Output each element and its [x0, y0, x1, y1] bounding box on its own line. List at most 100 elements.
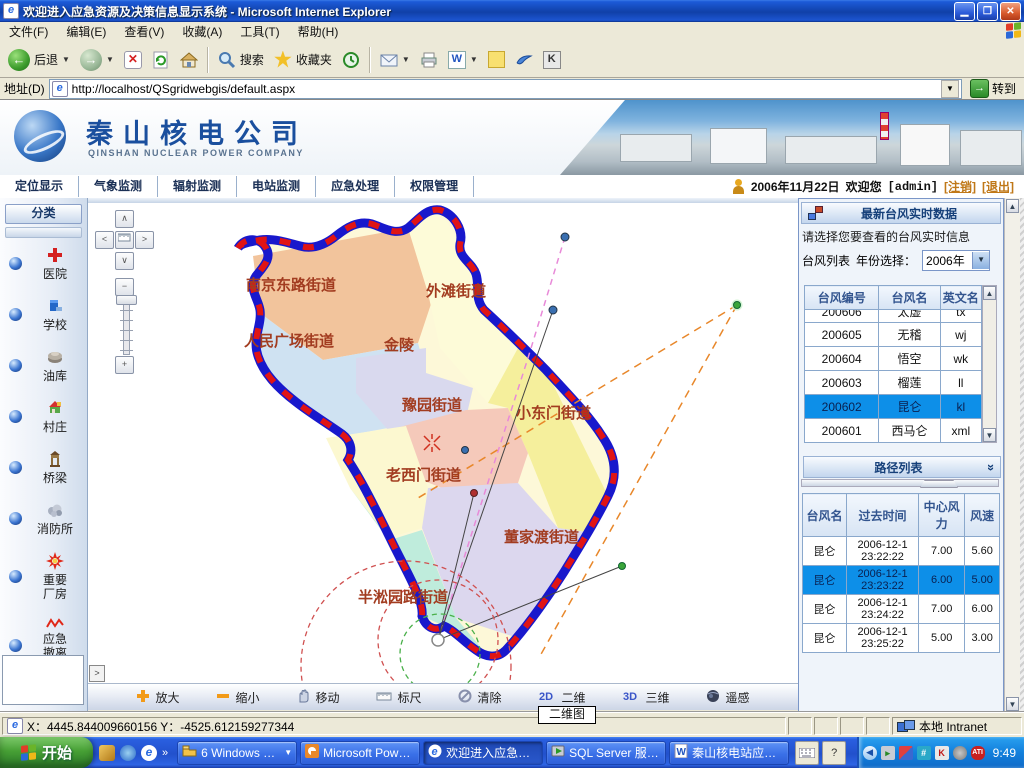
minimize-button[interactable]: ▁ [954, 2, 975, 21]
table-row[interactable]: 昆仑2006-12-123:23:226.005.00 [803, 566, 1000, 595]
menu-item-3[interactable]: 收藏(A) [173, 22, 231, 42]
history-button[interactable] [338, 49, 364, 71]
map-tool-遥感[interactable]: 遥感 [706, 689, 749, 706]
menu-item-0[interactable]: 文件(F) [0, 22, 57, 42]
table-row[interactable]: 昆仑2006-12-123:25:225.003.00 [803, 624, 1000, 653]
panel-header[interactable]: 最新台风实时数据 [801, 202, 1001, 224]
forward-button[interactable]: → ▼ [76, 47, 118, 73]
sphere-bullet-icon[interactable] [9, 410, 22, 423]
antivirus-button[interactable]: K [539, 49, 565, 71]
go-button[interactable]: → 转到 [966, 79, 1020, 98]
back-button[interactable]: ← 后退 ▼ [4, 47, 74, 73]
notes-button[interactable] [484, 49, 509, 70]
close-button[interactable]: ✕ [1000, 2, 1021, 21]
zoom-slider-track[interactable] [123, 301, 130, 355]
menu-item-5[interactable]: 帮助(H) [289, 22, 348, 42]
quick-launch-icon-2[interactable] [120, 745, 136, 761]
table-row[interactable]: 昆仑2006-12-123:24:227.006.00 [803, 595, 1000, 624]
quick-launch-icon-1[interactable] [99, 745, 115, 761]
sidebar-item-医院[interactable]: 医院 [0, 238, 87, 289]
refresh-button[interactable] [148, 49, 174, 71]
nav-tab-5[interactable]: 权限管理 [395, 176, 474, 197]
zoom-in-step-button[interactable]: + [115, 356, 134, 374]
start-button[interactable]: 开始 [0, 737, 93, 768]
district-map[interactable]: 南京东路街道外滩街道人民广场街道金陵豫园街道小东门街道老西门街道董家渡街道半淞园… [88, 198, 798, 683]
sphere-bullet-icon[interactable] [9, 359, 22, 372]
typhoon-table-scrollbar[interactable]: ▲ ▼ [982, 285, 997, 443]
address-dropdown-button[interactable]: ▼ [941, 80, 959, 98]
taskbar-window-Microsoft PowerP...[interactable]: Microsoft PowerP... [300, 741, 420, 765]
taskbar-window-欢迎进入应急资...[interactable]: e欢迎进入应急资... [423, 741, 543, 765]
year-select[interactable]: 2006年 ▼ [922, 250, 990, 271]
nav-tab-0[interactable]: 定位显示 [0, 176, 79, 197]
table-row[interactable]: 200601西马仑xml [805, 419, 982, 443]
quick-launch-overflow-icon[interactable]: » [162, 747, 168, 759]
nav-tab-2[interactable]: 辐射监测 [158, 176, 237, 197]
logout-link[interactable]: [注销] [944, 178, 976, 195]
sidebar-item-油库[interactable]: 油库 [0, 340, 87, 391]
home-button[interactable] [176, 49, 202, 71]
sphere-bullet-icon[interactable] [9, 308, 22, 321]
search-button[interactable]: 搜索 [214, 49, 268, 71]
mail-dropdown-icon[interactable]: ▼ [402, 55, 410, 64]
category-header[interactable]: 分类 [5, 204, 82, 224]
table-row[interactable]: 200605无稽wj [805, 323, 982, 347]
sphere-bullet-icon[interactable] [9, 570, 22, 583]
menu-item-2[interactable]: 查看(V) [115, 22, 173, 42]
year-dropdown-icon[interactable]: ▼ [972, 252, 989, 269]
table-row[interactable]: 200604悟空wk [805, 347, 982, 371]
zoom-out-step-button[interactable]: − [115, 278, 134, 296]
sidebar-item-村庄[interactable]: 村庄 [0, 391, 87, 442]
keyboard-toolbar-button[interactable] [795, 741, 819, 765]
table-row[interactable]: 昆仑2006-12-123:22:227.005.60 [803, 537, 1000, 566]
table-row[interactable]: 200602昆仑kl [805, 395, 982, 419]
map-tool-标尺[interactable]: 标尺 [376, 689, 421, 706]
panel-scroll-down-icon[interactable]: ▼ [1006, 697, 1019, 711]
tray-collapse-icon[interactable]: ◀ [863, 746, 877, 760]
column-header-过去时间[interactable]: 过去时间 [846, 494, 918, 537]
taskbar-window-6 Windows Expl...[interactable]: 6 Windows Expl...▼ [177, 741, 297, 765]
sidebar-item-学校[interactable]: 学校 [0, 289, 87, 340]
favorites-button[interactable]: 收藏夹 [270, 49, 336, 71]
map-tool-移动[interactable]: 移动 [296, 689, 339, 706]
nav-tab-3[interactable]: 电站监测 [237, 176, 316, 197]
forward-dropdown-icon[interactable]: ▼ [106, 55, 114, 64]
panel-scroll-up-icon[interactable]: ▲ [1006, 199, 1019, 213]
messenger-button[interactable] [511, 49, 537, 71]
edit-with-word-button[interactable]: W▼ [444, 49, 482, 71]
map-tool-放大[interactable]: 放大 [136, 689, 179, 706]
taskbar-window-秦山核电站应急...[interactable]: W秦山核电站应急... [669, 741, 789, 765]
edit-dropdown-icon[interactable]: ▼ [470, 55, 478, 64]
panel-scrollbar[interactable]: ▲ ▼ [1004, 198, 1020, 712]
map-tool-二维[interactable]: 2D二维 [538, 689, 585, 706]
pan-up-button[interactable]: ∧ [115, 210, 134, 228]
map-tool-清除[interactable]: 清除 [458, 689, 501, 706]
tray-msn-icon[interactable] [899, 746, 913, 760]
column-header-风速[interactable]: 风速 [965, 494, 1000, 537]
panel-splitter[interactable] [801, 479, 999, 487]
scroll-down-icon[interactable]: ▼ [983, 428, 996, 442]
mail-button[interactable]: ▼ [376, 49, 414, 71]
sidebar-item-桥梁[interactable]: 桥梁 [0, 442, 87, 493]
pan-center-button[interactable] [115, 231, 134, 249]
zoom-slider-handle[interactable] [116, 295, 137, 305]
scroll-up-icon[interactable]: ▲ [983, 286, 996, 300]
map-canvas[interactable]: 南京东路街道外滩街道人民广场街道金陵豫园街道小东门街道老西门街道董家渡街道半淞园… [88, 198, 798, 683]
sphere-bullet-icon[interactable] [9, 257, 22, 270]
tray-swirl-icon[interactable] [953, 746, 967, 760]
column-header-中心风力[interactable]: 中心风力 [919, 494, 965, 537]
sidebar-collapse-button[interactable]: > [89, 665, 105, 682]
menu-item-1[interactable]: 编辑(E) [57, 22, 115, 42]
pan-down-button[interactable]: ∨ [115, 252, 134, 270]
sidebar-item-消防所[interactable]: 消防所 [0, 493, 87, 544]
back-dropdown-icon[interactable]: ▼ [62, 55, 70, 64]
tray-kaspersky-icon[interactable]: K [935, 746, 949, 760]
nav-tab-1[interactable]: 气象监测 [79, 176, 158, 197]
help-toolbar-button[interactable]: ? [822, 741, 846, 765]
column-header-台风编号[interactable]: 台风编号 [805, 286, 879, 310]
sphere-bullet-icon[interactable] [9, 461, 22, 474]
tray-sql-icon[interactable]: ▸ [881, 746, 895, 760]
pan-left-button[interactable]: < [95, 231, 114, 249]
group-dropdown-icon[interactable]: ▼ [284, 748, 292, 757]
ie-quick-launch-icon[interactable]: e [141, 745, 157, 761]
